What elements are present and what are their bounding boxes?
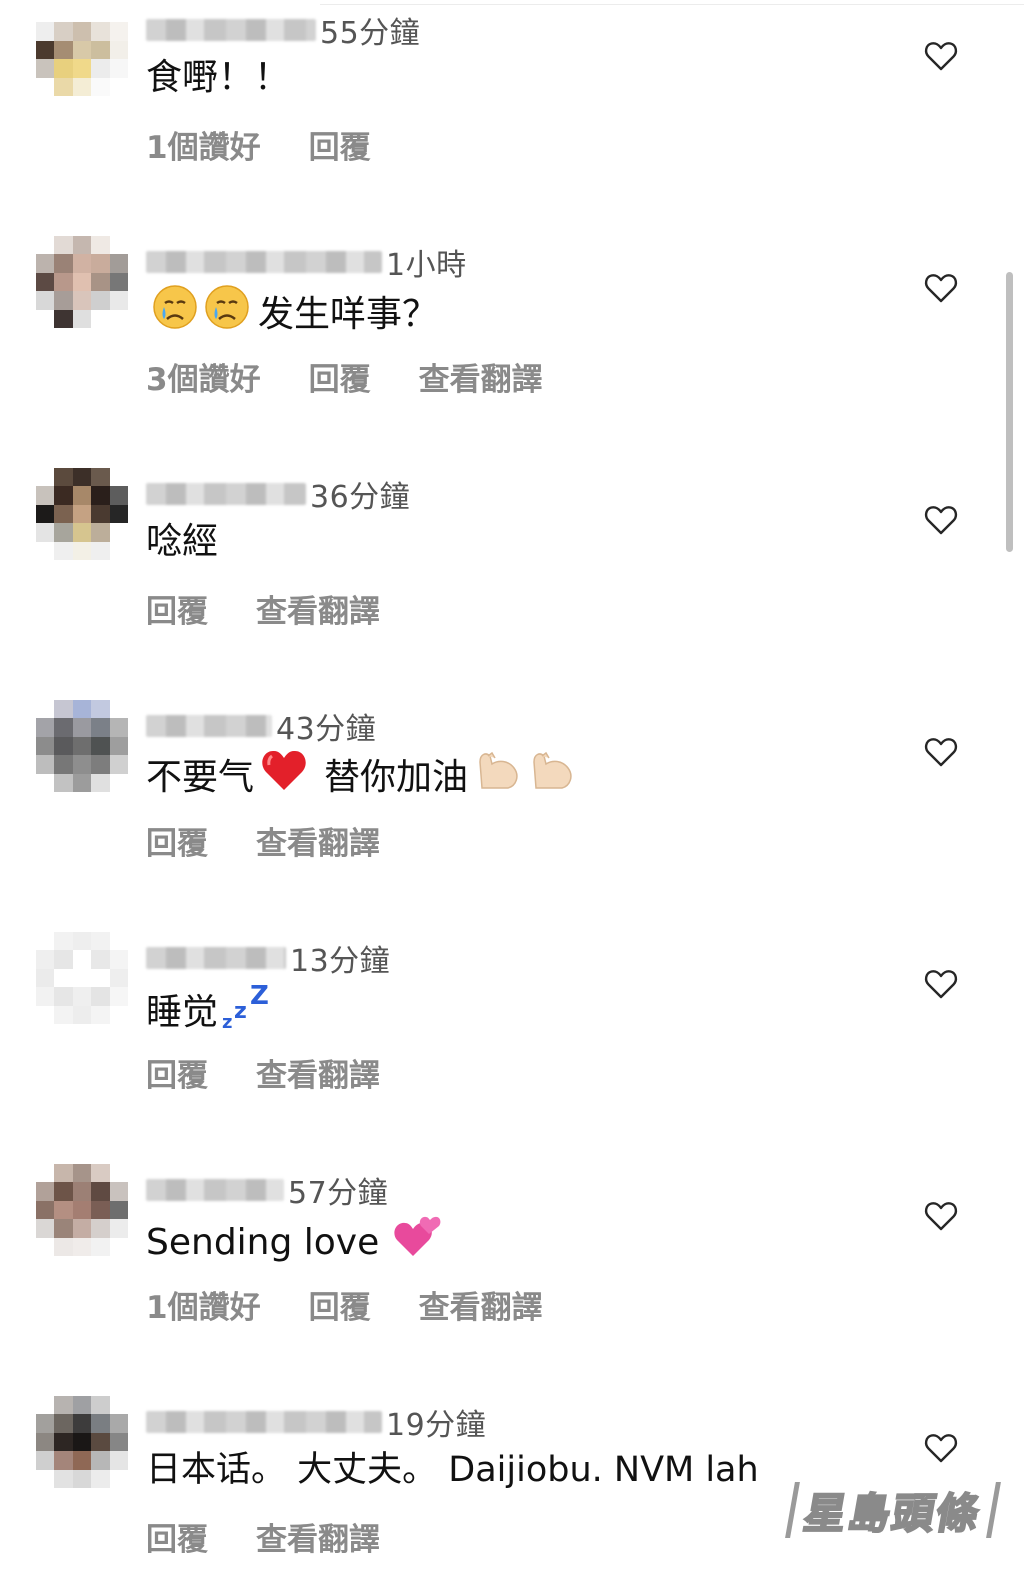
avatar[interactable] xyxy=(36,236,128,328)
comment-timestamp: 36分鐘 xyxy=(310,480,411,515)
see-translation-button[interactable]: 查看翻譯 xyxy=(419,354,543,399)
reply-button[interactable]: 回覆 xyxy=(309,1282,371,1327)
comment-meta: 55分鐘 xyxy=(146,12,420,51)
avatar[interactable] xyxy=(36,4,128,96)
like-heart-icon[interactable] xyxy=(924,504,958,536)
comment-text-content: 唸經 xyxy=(146,521,219,562)
comment-item: 55分鐘 食嘢！！ 1個讚好 回覆 xyxy=(0,0,1024,232)
comment-actions: 3個讚好 回覆 查看翻譯 xyxy=(146,354,543,399)
reply-button[interactable]: 回覆 xyxy=(146,1050,208,1095)
avatar[interactable] xyxy=(36,468,128,560)
avatar[interactable] xyxy=(36,1164,128,1256)
comment-actions: 回覆 查看翻譯 xyxy=(146,1514,380,1559)
comment-item: 43分鐘 不要气 替你加油回覆 查看翻譯 xyxy=(0,696,1024,928)
svg-text:Z: Z xyxy=(250,981,269,1011)
comment-timestamp: 19分鐘 xyxy=(386,1408,487,1443)
comment-text-content: 不要气 xyxy=(146,756,255,798)
comment-text: 日本话。 大丈夫。 Daijiobu. NVM lah xyxy=(146,1444,759,1496)
comment-text: Sending love xyxy=(146,1212,441,1273)
avatar[interactable] xyxy=(36,700,128,792)
comment-timestamp: 1小時 xyxy=(386,248,467,283)
see-translation-button[interactable]: 查看翻譯 xyxy=(419,1282,543,1327)
zzz-icon: zzZ xyxy=(222,980,272,1045)
crying-face-icon xyxy=(152,284,198,345)
svg-text:z: z xyxy=(234,999,247,1024)
comment-item: 36分鐘唸經回覆 查看翻譯 xyxy=(0,464,1024,696)
comment-meta: 19分鐘 xyxy=(146,1404,486,1443)
comment-item: 1小時发生咩事？ 3個讚好 回覆 查看翻譯 xyxy=(0,232,1024,464)
comment-item: 13分鐘 睡觉 z z Z 回覆 查看翻譯 xyxy=(0,928,1024,1160)
username-blurred[interactable] xyxy=(146,947,286,969)
crying-face-icon xyxy=(204,284,250,345)
reply-button[interactable]: 回覆 xyxy=(146,1514,208,1559)
comment-timestamp: 55分鐘 xyxy=(320,16,421,51)
comment-actions: 1個讚好 回覆 xyxy=(146,122,371,167)
reply-button[interactable]: 回覆 xyxy=(146,586,208,631)
username-blurred[interactable] xyxy=(146,715,272,737)
reply-button[interactable]: 回覆 xyxy=(146,818,208,863)
avatar[interactable] xyxy=(36,932,128,1024)
username-blurred[interactable] xyxy=(146,483,306,505)
comment-meta: 57分鐘 xyxy=(146,1172,388,1211)
comments-screen: 55分鐘 食嘢！！ 1個讚好 回覆 1小時 发生咩事？ 3個讚好 回覆 查看翻譯 36分鐘 唸經 回覆… xyxy=(0,0,1024,1569)
like-heart-icon[interactable] xyxy=(924,1200,958,1232)
comment-text: 发生咩事？ xyxy=(146,284,438,345)
comment-meta: 1小時 xyxy=(146,244,467,283)
likes-count-button[interactable]: 1個讚好 xyxy=(146,1282,261,1327)
see-translation-button[interactable]: 查看翻譯 xyxy=(256,818,380,863)
comment-text-content: 睡觉 xyxy=(146,991,219,1033)
see-translation-button[interactable]: 查看翻譯 xyxy=(256,586,380,631)
watermark-logo: 星島頭條 xyxy=(785,1482,1001,1539)
see-translation-button[interactable]: 查看翻譯 xyxy=(256,1050,380,1095)
comment-text-content: 食嘢！！ xyxy=(146,57,291,98)
see-translation-button[interactable]: 查看翻譯 xyxy=(256,1514,380,1559)
reply-button[interactable]: 回覆 xyxy=(309,122,371,167)
flexed-biceps-icon xyxy=(474,748,522,807)
comment-actions: 回覆 查看翻譯 xyxy=(146,586,380,631)
likes-count-button[interactable]: 1個讚好 xyxy=(146,122,261,167)
revolving-hearts-icon xyxy=(393,1212,441,1273)
avatar[interactable] xyxy=(36,1396,128,1488)
like-heart-icon[interactable] xyxy=(924,968,958,1000)
like-heart-icon[interactable] xyxy=(924,1432,958,1464)
comment-text-content: Sending love xyxy=(146,1221,380,1263)
comment-meta: 36分鐘 xyxy=(146,476,410,515)
comment-timestamp: 13分鐘 xyxy=(290,944,391,979)
flexed-biceps-icon xyxy=(528,748,576,807)
comment-timestamp: 57分鐘 xyxy=(288,1176,389,1211)
username-blurred[interactable] xyxy=(146,1179,284,1201)
comment-text-content: 日本话。 大丈夫。 Daijiobu. NVM lah xyxy=(146,1450,759,1490)
comment-item: 57分鐘 Sending love 1個讚好 回覆 查看翻譯 xyxy=(0,1160,1024,1392)
comment-actions: 1個讚好 回覆 查看翻譯 xyxy=(146,1282,543,1327)
comment-text-content-2: 替你加油 xyxy=(324,756,469,798)
comment-text: 不要气 替你加油 xyxy=(146,748,576,807)
like-heart-icon[interactable] xyxy=(924,736,958,768)
comment-meta: 43分鐘 xyxy=(146,708,376,747)
username-blurred[interactable] xyxy=(146,1411,382,1433)
red-heart-icon xyxy=(260,748,308,807)
svg-text:z: z xyxy=(222,1012,232,1030)
reply-button[interactable]: 回覆 xyxy=(309,354,371,399)
username-blurred[interactable] xyxy=(146,19,316,41)
comment-text: 睡觉 z z Z xyxy=(146,980,272,1045)
comment-text: 唸經 xyxy=(146,516,218,568)
comment-text-content: 发生咩事？ xyxy=(258,293,439,335)
likes-count-button[interactable]: 3個讚好 xyxy=(146,354,261,399)
comment-actions: 回覆 查看翻譯 xyxy=(146,818,380,863)
comment-timestamp: 43分鐘 xyxy=(276,712,377,747)
like-heart-icon[interactable] xyxy=(924,40,958,72)
comment-meta: 13分鐘 xyxy=(146,940,390,979)
comment-text: 食嘢！！ xyxy=(146,52,290,104)
like-heart-icon[interactable] xyxy=(924,272,958,304)
comment-actions: 回覆 查看翻譯 xyxy=(146,1050,380,1095)
username-blurred[interactable] xyxy=(146,251,382,273)
